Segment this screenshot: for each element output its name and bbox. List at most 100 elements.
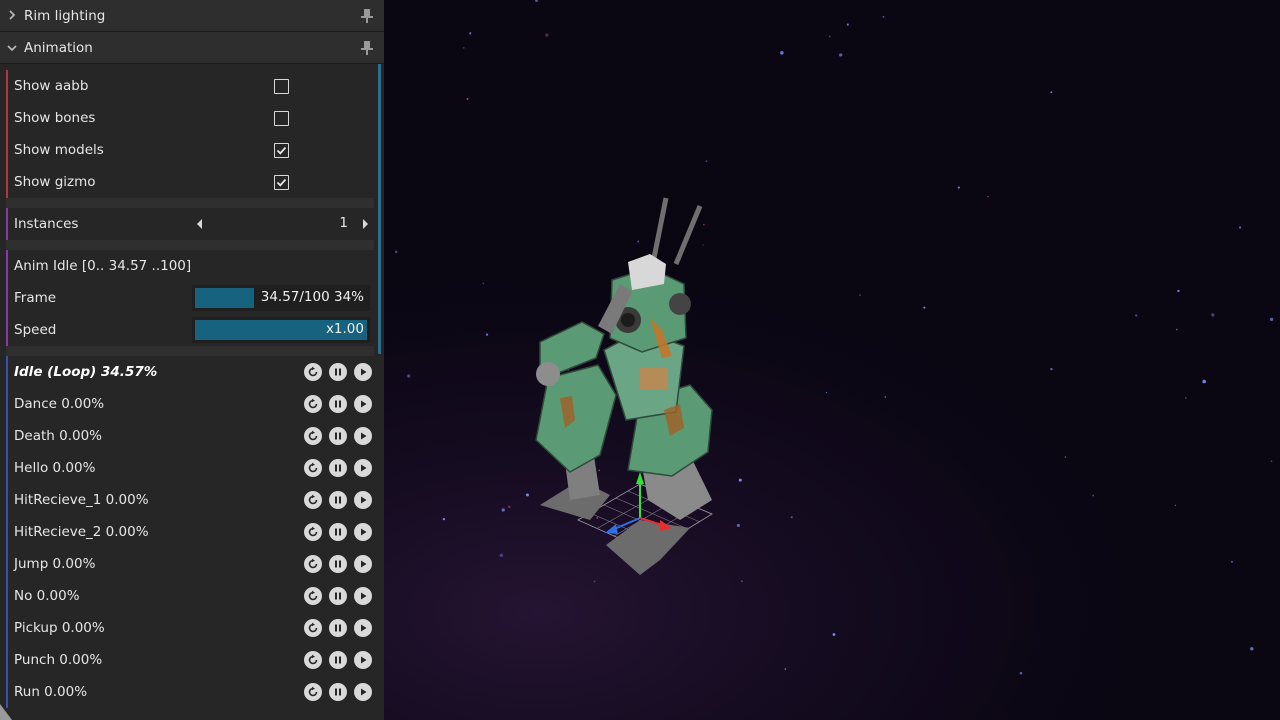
row-stripe [6, 314, 8, 346]
pause-icon[interactable] [329, 459, 347, 477]
star [1230, 560, 1234, 563]
animation-controls [304, 523, 372, 541]
star [482, 282, 485, 285]
scrollbar[interactable] [378, 64, 381, 354]
play-icon[interactable] [354, 587, 372, 605]
play-icon[interactable] [354, 491, 372, 509]
restart-icon[interactable] [304, 459, 322, 477]
pause-icon[interactable] [329, 555, 347, 573]
animation-label: Jump 0.00% [14, 556, 96, 572]
restart-icon[interactable] [304, 491, 322, 509]
section-rim-lighting[interactable]: Rim lighting [0, 0, 384, 32]
pin-icon[interactable] [360, 40, 374, 56]
instances-value[interactable]: 1 [339, 215, 348, 231]
animation-item[interactable]: Death 0.00% [6, 420, 374, 452]
row-stripe [6, 644, 8, 676]
show-models-checkbox[interactable] [274, 143, 289, 158]
animation-item[interactable]: Hello 0.00% [6, 452, 374, 484]
animation-controls [304, 555, 372, 573]
play-icon[interactable] [354, 619, 372, 637]
speed-slider[interactable]: x1.00 [192, 317, 370, 343]
animation-label: Punch 0.00% [14, 652, 103, 668]
animation-item[interactable]: Dance 0.00% [6, 388, 374, 420]
star [466, 98, 469, 101]
restart-icon[interactable] [304, 651, 322, 669]
star [1238, 226, 1242, 229]
animation-item[interactable]: Run 0.00% [6, 676, 374, 708]
animation-label: HitRecieve_1 0.00% [14, 492, 149, 508]
row-stripe [6, 420, 8, 452]
play-icon[interactable] [354, 555, 372, 573]
option-show-aabb: Show aabb [6, 70, 374, 102]
star [1135, 314, 1138, 317]
star [499, 553, 504, 557]
anim-info-row: Anim Idle [0.. 34.57 ..100] [6, 250, 374, 282]
restart-icon[interactable] [304, 619, 322, 637]
restart-icon[interactable] [304, 427, 322, 445]
animation-controls [304, 651, 372, 669]
animation-item[interactable]: Jump 0.00% [6, 548, 374, 580]
show-aabb-checkbox[interactable] [274, 79, 289, 94]
row-stripe [6, 134, 8, 166]
row-stripe [6, 452, 8, 484]
decrement-arrow-icon[interactable] [197, 219, 202, 229]
play-icon[interactable] [354, 459, 372, 477]
show-gizmo-checkbox[interactable] [274, 175, 289, 190]
pause-icon[interactable] [329, 651, 347, 669]
pause-icon[interactable] [329, 619, 347, 637]
pin-icon[interactable] [360, 8, 374, 24]
star [702, 244, 704, 246]
pause-icon[interactable] [329, 363, 347, 381]
increment-arrow-icon[interactable] [363, 219, 368, 229]
animation-item[interactable]: HitRecieve_2 0.00% [6, 516, 374, 548]
star [1174, 504, 1177, 506]
option-label: Show gizmo [14, 174, 96, 190]
animation-item[interactable]: No 0.00% [6, 580, 374, 612]
row-stripe [6, 612, 8, 644]
restart-icon[interactable] [304, 395, 322, 413]
frame-label: Frame [14, 290, 57, 306]
play-icon[interactable] [354, 363, 372, 381]
chevron-down-icon [0, 41, 24, 55]
star [839, 53, 843, 57]
animation-item[interactable]: Idle (Loop) 34.57% [6, 356, 374, 388]
star [1270, 460, 1273, 462]
star [703, 223, 705, 226]
animation-label: No 0.00% [14, 588, 80, 604]
section-animation[interactable]: Animation [0, 32, 384, 64]
animation-label: Dance 0.00% [14, 396, 105, 412]
resize-corner-icon[interactable] [0, 704, 12, 720]
star [637, 240, 640, 243]
frame-row: Frame 34.57/100 34% [6, 282, 374, 314]
restart-icon[interactable] [304, 523, 322, 541]
star [846, 23, 849, 26]
animation-item[interactable]: Punch 0.00% [6, 644, 374, 676]
pause-icon[interactable] [329, 427, 347, 445]
restart-icon[interactable] [304, 555, 322, 573]
show-bones-checkbox[interactable] [274, 111, 289, 126]
animation-item[interactable]: Pickup 0.00% [6, 612, 374, 644]
play-icon[interactable] [354, 395, 372, 413]
anim-info-label: Anim Idle [0.. 34.57 ..100] [14, 258, 192, 274]
play-icon[interactable] [354, 683, 372, 701]
pause-icon[interactable] [329, 523, 347, 541]
star [1250, 647, 1254, 651]
animation-item[interactable]: HitRecieve_1 0.00% [6, 484, 374, 516]
frame-slider[interactable]: 34.57/100 34% [192, 285, 370, 311]
pause-icon[interactable] [329, 587, 347, 605]
row-stripe [6, 516, 8, 548]
restart-icon[interactable] [304, 587, 322, 605]
row-stripe [6, 208, 8, 240]
play-icon[interactable] [354, 427, 372, 445]
pause-icon[interactable] [329, 395, 347, 413]
play-icon[interactable] [354, 651, 372, 669]
restart-icon[interactable] [304, 683, 322, 701]
row-stripe [6, 356, 8, 388]
play-icon[interactable] [354, 523, 372, 541]
restart-icon[interactable] [304, 363, 322, 381]
star [736, 523, 740, 527]
star [957, 186, 960, 189]
pause-icon[interactable] [329, 683, 347, 701]
pause-icon[interactable] [329, 491, 347, 509]
inspector-panel: Rim lighting Animation Show aabb Show bo… [0, 0, 384, 720]
